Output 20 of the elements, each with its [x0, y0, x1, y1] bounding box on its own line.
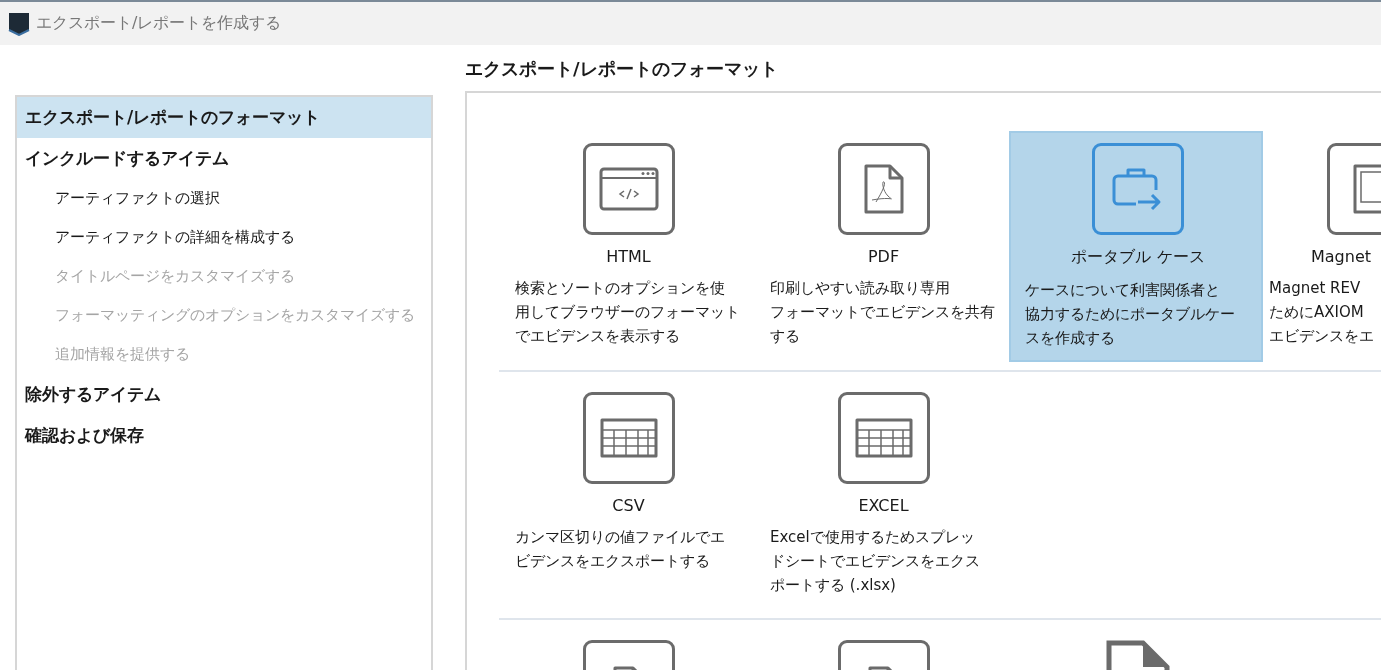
sidebar-item[interactable]: 確認および保存 [17, 415, 431, 456]
sidebar-item[interactable]: インクルードするアイテム [17, 138, 431, 179]
spreadsheet-icon [854, 418, 913, 458]
sidebar-item[interactable]: アーティファクトの選択 [17, 179, 431, 218]
sidebar-item[interactable]: アーティファクトの詳細を構成する [17, 218, 431, 257]
sidebar-item[interactable]: 除外するアイテム [17, 374, 431, 415]
format-option[interactable]: EXCEL Excelで使用するためスプレッ ドシートでエビデンスをエクス ポートする (.xlsx) [754, 380, 1009, 610]
format-option[interactable]: HTML 検索とソートのオプションを使 用してブラウザーのフォーマット でエビデンスを表示する [499, 131, 754, 362]
sidebar-item[interactable]: エクスポート/レポートのフォーマット [17, 97, 431, 138]
format-option[interactable]: PDF 印刷しやすい読み取り専用 フォーマットでエビデンスを共有 する [754, 131, 1009, 362]
app-logo-icon [8, 11, 30, 36]
document-icon [1353, 164, 1381, 214]
spreadsheet-icon [599, 418, 658, 458]
section-heading: エクスポート/レポートのフォーマット [465, 57, 779, 81]
format-option[interactable]: CSV カンマ区切りの値ファイルでエ ビデンスをエクスポートする [499, 380, 754, 610]
format-option[interactable]: ポータブル ケース ケースについて利害関係者と 協力するためにポータブルケー スを作成する [1009, 131, 1263, 362]
format-option[interactable]: Magnet Magnet REV ためにAXIOM エビデンスをエ [1263, 131, 1381, 362]
code-window-icon [598, 167, 659, 211]
window-title: エクスポート/レポートを作成する [36, 13, 282, 34]
pdf-document-icon [863, 164, 904, 214]
